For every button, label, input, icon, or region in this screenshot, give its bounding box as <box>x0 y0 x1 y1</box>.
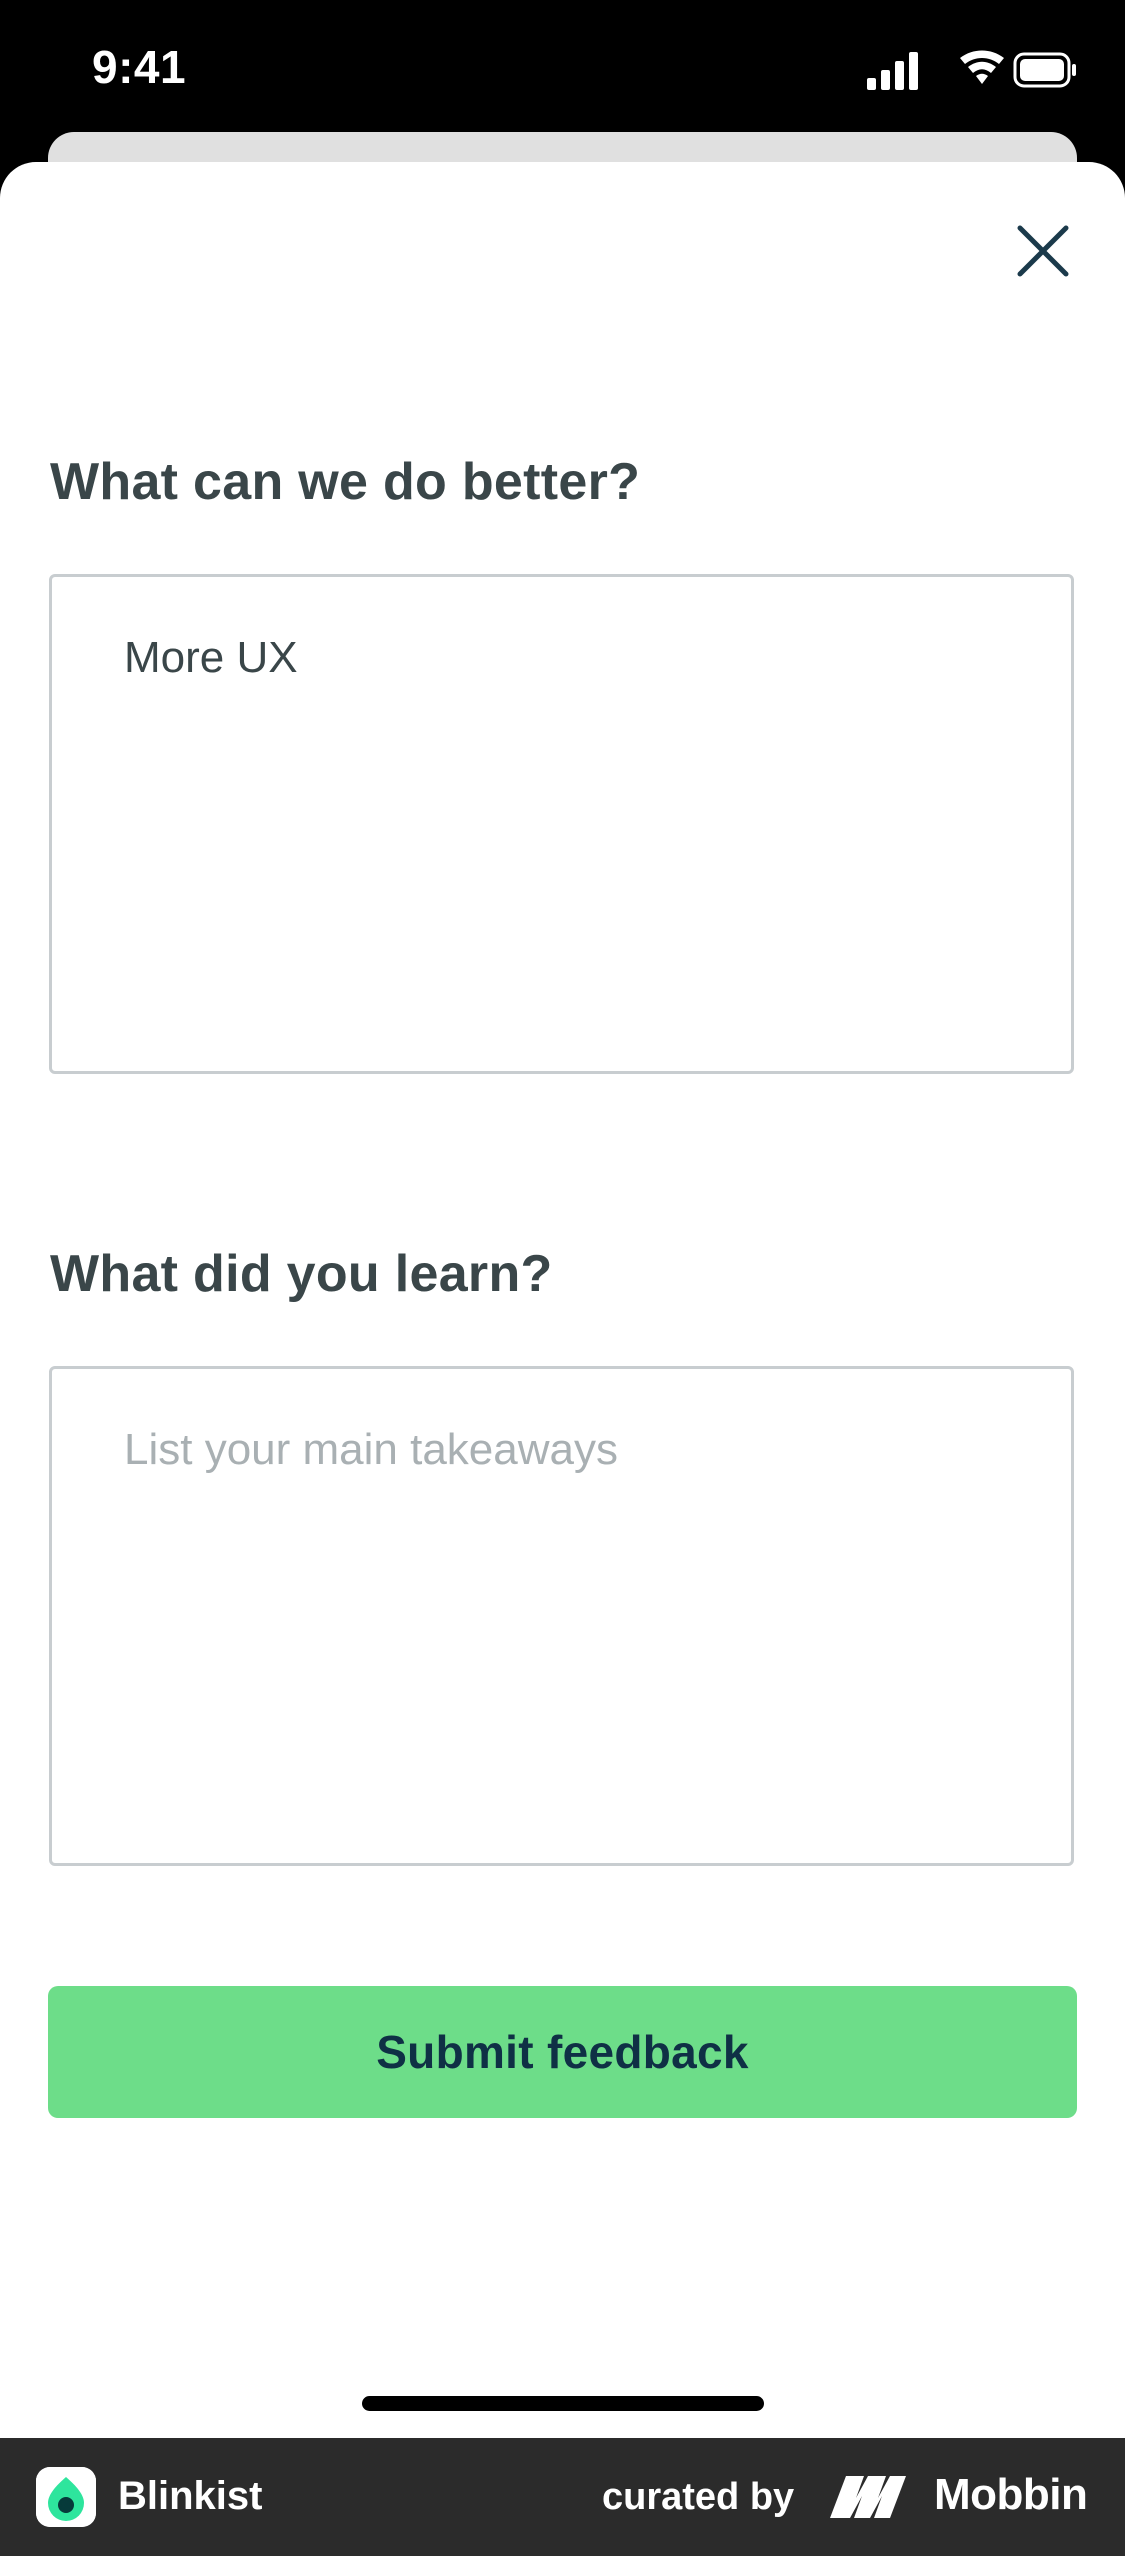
wifi-icon <box>960 50 1004 84</box>
close-button[interactable] <box>1006 214 1080 288</box>
submit-feedback-button[interactable]: Submit feedback <box>48 1986 1077 2118</box>
question-learned-label: What did you learn? <box>50 1245 553 1303</box>
close-icon <box>1017 225 1069 277</box>
improve-feedback-field[interactable]: More UX <box>49 574 1074 1074</box>
home-indicator <box>362 2396 764 2411</box>
blinkist-logo-icon <box>36 2467 96 2527</box>
question-improve-label: What can we do better? <box>50 453 641 511</box>
attribution-footer: Blinkist curated by Mobbin <box>0 2438 1125 2556</box>
takeaways-field[interactable] <box>49 1366 1074 1866</box>
mobbin-logo-icon <box>830 2476 906 2518</box>
blinkist-app-icon <box>36 2467 96 2527</box>
status-bar: 9:41 <box>0 0 1125 135</box>
footer-curated-label: curated by <box>602 2476 795 2518</box>
status-time: 9:41 <box>92 41 187 93</box>
cellular-signal-icon <box>867 52 918 90</box>
footer-app-name: Blinkist <box>118 2474 263 2518</box>
battery-icon <box>1013 52 1076 88</box>
status-icons <box>867 50 1076 90</box>
footer-brand-name: Mobbin <box>934 2470 1088 2519</box>
